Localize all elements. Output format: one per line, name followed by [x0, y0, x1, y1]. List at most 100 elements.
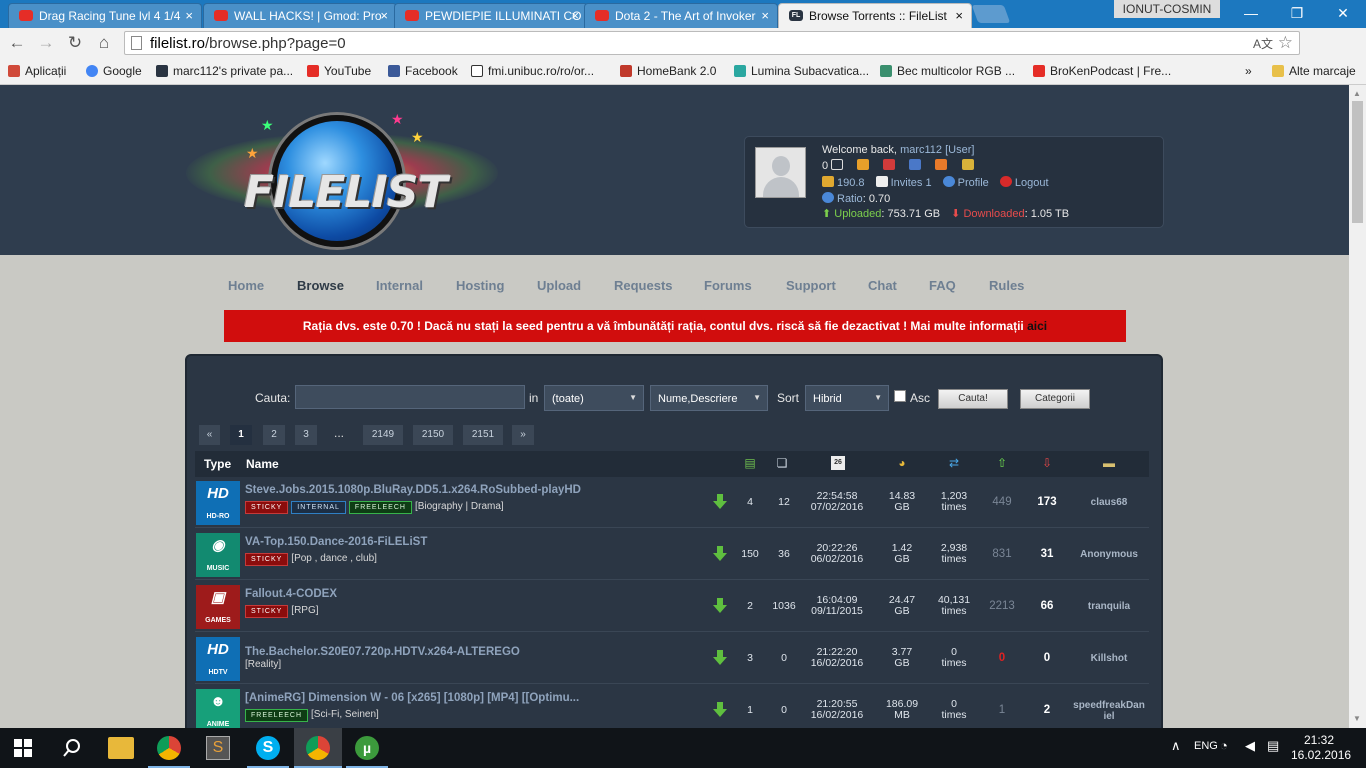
shop-icon[interactable]: [909, 159, 922, 170]
search-field-select[interactable]: Nume,Descriere ▼: [650, 385, 768, 411]
utorrent-icon[interactable]: µ: [355, 736, 379, 760]
seeders-column-icon[interactable]: ⇧: [995, 456, 1009, 470]
bonus-points[interactable]: 190.8: [837, 177, 865, 189]
files-count[interactable]: 3: [740, 653, 760, 664]
leechers-count[interactable]: 173: [1027, 496, 1067, 508]
scroll-thumb[interactable]: [1352, 101, 1363, 223]
snatched[interactable]: 0 times: [930, 647, 978, 669]
categories-button[interactable]: Categorii: [1020, 389, 1090, 409]
minimize-icon[interactable]: —: [1228, 0, 1274, 26]
tray-expand-icon[interactable]: ∧: [1171, 738, 1181, 754]
bookmarks-overflow[interactable]: »: [1245, 64, 1252, 78]
uploader-name[interactable]: tranquila: [1069, 601, 1149, 612]
page-scrollbar[interactable]: ▲ ▼: [1349, 85, 1366, 728]
bookmark-google[interactable]: Google: [86, 64, 142, 78]
bookmark-filelist[interactable]: marc112's private pa...: [156, 64, 293, 78]
other-bookmarks[interactable]: Alte marcaje: [1272, 64, 1356, 78]
close-window-icon[interactable]: ✕: [1320, 0, 1366, 26]
category-music-icon[interactable]: ◉ MUSIC: [196, 533, 240, 577]
trophy-icon[interactable]: [961, 159, 974, 170]
category-games-icon[interactable]: ▣ GAMES: [196, 585, 240, 629]
files-count[interactable]: 1: [740, 705, 760, 716]
page-prev[interactable]: «: [199, 425, 220, 445]
files-count[interactable]: 4: [740, 497, 760, 508]
nav-home[interactable]: Home: [228, 278, 264, 293]
search-input[interactable]: [295, 385, 525, 409]
url-text[interactable]: filelist.ro/browse.php?page=0: [150, 35, 346, 52]
volume-icon[interactable]: ◀: [1245, 738, 1255, 754]
filelist-logo[interactable]: ★ ★ ★ ★ FILELIST: [186, 105, 498, 247]
download-icon[interactable]: [713, 650, 727, 665]
bookmark-fmi[interactable]: fmi.unibuc.ro/ro/or...: [471, 64, 594, 78]
nav-browse[interactable]: Browse: [297, 278, 344, 293]
wifi-icon[interactable]: ◔: [1220, 738, 1228, 753]
profile-link[interactable]: Profile: [958, 177, 989, 189]
category-hdtv-icon[interactable]: HD HDTV: [196, 637, 240, 681]
profile-name[interactable]: IONUT-COSMIN: [1114, 0, 1220, 18]
file-explorer-icon[interactable]: [108, 737, 134, 759]
category-hd-ro-icon[interactable]: HD HD-RO: [196, 481, 240, 525]
bookmark-youtube[interactable]: YouTube: [307, 64, 371, 78]
calendar-column-icon[interactable]: 26: [831, 456, 845, 470]
snatched[interactable]: 40,131 times: [930, 595, 978, 617]
invites-link[interactable]: Invites 1: [891, 177, 932, 189]
notifications-icon[interactable]: ▤: [1267, 738, 1279, 754]
size-column-icon[interactable]: ◕: [895, 456, 909, 470]
page-1[interactable]: 1: [230, 425, 252, 445]
rss-icon[interactable]: [935, 159, 948, 170]
scroll-up-icon[interactable]: ▲: [1353, 89, 1361, 98]
sublime-icon[interactable]: S: [206, 736, 230, 760]
page-3[interactable]: 3: [295, 425, 317, 445]
logout-link[interactable]: Logout: [1015, 177, 1049, 189]
new-tab-button[interactable]: [971, 5, 1011, 23]
seeders-count[interactable]: 449: [982, 496, 1022, 508]
files-count[interactable]: 150: [735, 549, 765, 560]
leechers-count[interactable]: 66: [1027, 600, 1067, 612]
scroll-down-icon[interactable]: ▼: [1353, 714, 1361, 723]
chrome-icon[interactable]: [306, 736, 330, 760]
bookmark-facebook[interactable]: Facebook: [388, 64, 458, 78]
close-tab-icon[interactable]: ×: [571, 8, 579, 23]
uploader-name[interactable]: Killshot: [1069, 653, 1149, 664]
nav-support[interactable]: Support: [786, 278, 836, 293]
seeders-count[interactable]: 831: [982, 548, 1022, 560]
browser-tab-active[interactable]: FL Browse Torrents :: FileList ×: [778, 3, 972, 28]
warning-more-link[interactable]: aici: [1027, 319, 1047, 333]
browser-tab-3[interactable]: PEWDIEPIE ILLUMINATI CO ×: [394, 3, 588, 28]
asc-checkbox[interactable]: [894, 390, 906, 402]
windows-start-icon[interactable]: [14, 739, 32, 757]
translate-icon[interactable]: A文: [1253, 35, 1273, 52]
files-column-icon[interactable]: ▤: [743, 456, 757, 470]
comments-count[interactable]: 1036: [767, 601, 801, 612]
search-icon[interactable]: [62, 738, 82, 758]
bookmark-bec[interactable]: Bec multicolor RGB ...: [880, 64, 1015, 78]
snatched[interactable]: 2,938 times: [930, 543, 978, 565]
skype-icon[interactable]: S: [256, 736, 280, 760]
nav-hosting[interactable]: Hosting: [456, 278, 504, 293]
username-link[interactable]: marc112: [900, 144, 942, 156]
seeders-count[interactable]: 0: [982, 652, 1022, 664]
comments-count[interactable]: 36: [770, 549, 798, 560]
torrent-name-link[interactable]: [AnimeRG] Dimension W - 06 [x265] [1080p…: [245, 692, 579, 704]
uploader-column-icon[interactable]: ▬: [1102, 456, 1116, 470]
bookmark-homebank[interactable]: HomeBank 2.0: [620, 64, 716, 78]
uploader-name[interactable]: claus68: [1069, 497, 1149, 508]
bookmark-lumina[interactable]: Lumina Subacvatica...: [734, 64, 869, 78]
nav-internal[interactable]: Internal: [376, 278, 423, 293]
torrent-name-link[interactable]: Steve.Jobs.2015.1080p.BluRay.DD5.1.x264.…: [245, 484, 581, 496]
category-anime-icon[interactable]: ☻ ANIME: [196, 689, 240, 728]
snatched[interactable]: 0 times: [930, 699, 978, 721]
download-icon[interactable]: [713, 702, 727, 717]
files-count[interactable]: 2: [740, 601, 760, 612]
seeders-count[interactable]: 1: [982, 704, 1022, 716]
comments-count[interactable]: 0: [770, 705, 798, 716]
avatar[interactable]: [755, 147, 806, 198]
nav-rules[interactable]: Rules: [989, 278, 1024, 293]
download-icon[interactable]: [713, 546, 727, 561]
uploader-name[interactable]: speedfreakDan iel: [1069, 700, 1149, 722]
page-2149[interactable]: 2149: [363, 425, 403, 445]
comments-count[interactable]: 12: [770, 497, 798, 508]
download-icon[interactable]: [713, 598, 727, 613]
comments-column-icon[interactable]: ❏: [775, 456, 789, 470]
maximize-icon[interactable]: ❐: [1274, 0, 1320, 26]
